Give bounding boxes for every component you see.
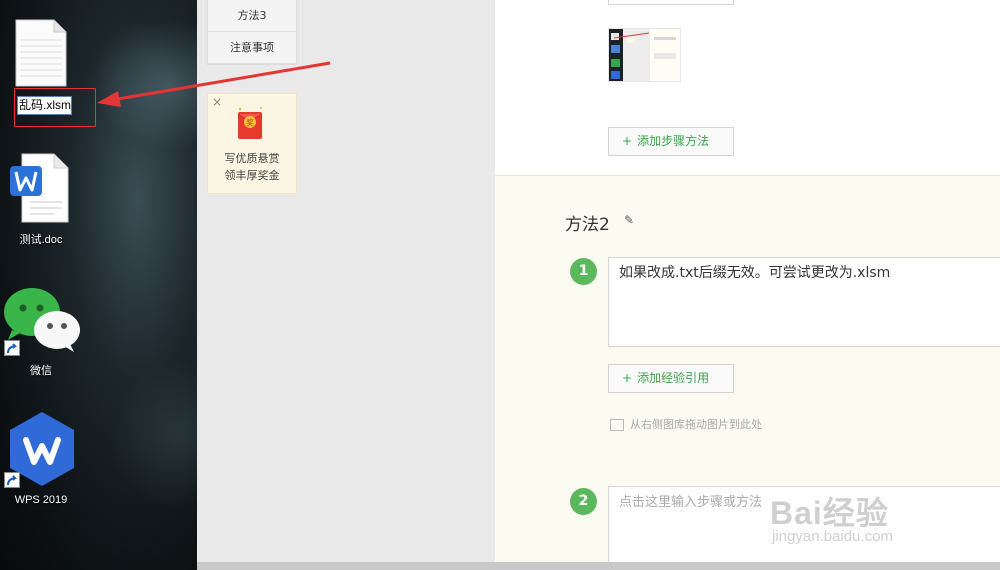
blank-file-icon[interactable] [14, 18, 68, 88]
reward-line2: 领丰厚奖金 [224, 169, 280, 182]
nav-item-notes[interactable]: 注意事项 [208, 32, 296, 64]
rename-highlight-box: 乱码.xlsm [14, 88, 96, 127]
pencil-edit-icon[interactable]: ✎ [624, 213, 634, 227]
drag-hint-text: 从右侧图库拖动图片到此处 [630, 418, 762, 431]
desktop: 测试.doc 微信 WPS 2019 [0, 0, 197, 570]
add-step-method-label: 添加步骤方法 [637, 134, 710, 148]
reward-gift-char: 奖 [246, 118, 254, 128]
word-doc-icon[interactable] [8, 152, 70, 224]
add-step-method-button[interactable]: + 添加步骤方法 [608, 127, 734, 156]
previous-step-input[interactable] [608, 0, 734, 5]
image-drop-hint[interactable]: 从右侧图库拖动图片到此处 [610, 416, 762, 432]
plus-icon: + [622, 134, 633, 148]
shortcut-arrow-icon [4, 340, 20, 356]
plus-icon: + [622, 371, 633, 385]
reward-banner[interactable]: × 奖 写优质悬赏 领丰厚奖金 [207, 93, 297, 194]
filename-rename-input[interactable]: 乱码.xlsm [17, 96, 72, 115]
baidu-watermark-url: jingyan.baidu.com [772, 528, 893, 545]
step-text-input[interactable]: 如果改成.txt后缀无效。可尝试更改为.xlsm [608, 257, 1000, 347]
page-background [197, 0, 495, 570]
doc-file-label[interactable]: 测试.doc [0, 231, 82, 247]
reward-text: 写优质悬赏 领丰厚奖金 [208, 150, 296, 184]
close-icon[interactable]: × [212, 95, 222, 109]
screenshot-thumbnail[interactable] [608, 28, 681, 82]
image-icon [610, 419, 624, 431]
bottom-scroll-bar[interactable] [197, 562, 1000, 570]
step-number-badge: 1 [570, 258, 597, 285]
method-nav: 方法3 注意事项 [207, 0, 297, 65]
step-number-badge: 2 [570, 488, 597, 515]
red-envelope-icon: 奖 [237, 107, 263, 139]
shortcut-arrow-icon [4, 472, 20, 488]
wps-label[interactable]: WPS 2019 [0, 494, 82, 506]
wechat-label[interactable]: 微信 [0, 362, 82, 378]
add-reference-button[interactable]: + 添加经验引用 [608, 364, 734, 393]
nav-item-method3[interactable]: 方法3 [208, 0, 296, 32]
reward-line1: 写优质悬赏 [224, 152, 280, 165]
method-title[interactable]: 方法2 [565, 210, 610, 235]
add-reference-label: 添加经验引用 [637, 371, 710, 385]
